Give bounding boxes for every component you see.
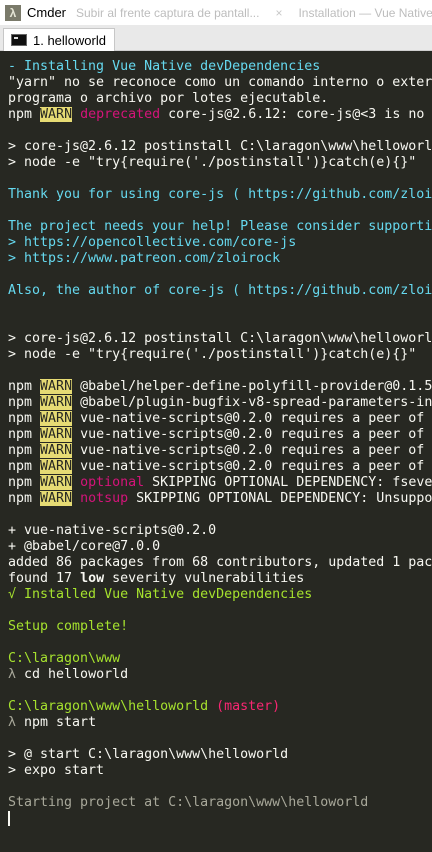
terminal-icon [11,34,27,46]
console-line: Starting project at C:\laragon\www\hello… [8,795,369,810]
console-line: npm WARN optional SKIPPING OPTIONAL DEPE… [8,475,432,490]
console-line: λ npm start [8,715,97,730]
console-line: > https://opencollective.com/core-js [8,235,297,250]
console-line: > core-js@2.6.12 postinstall C:\laragon\… [8,139,432,154]
close-icon: × [275,5,283,20]
console-line: npm WARN vue-native-scripts@0.2.0 requir… [8,427,425,442]
console-line: > @ start C:\laragon\www\helloworld [8,747,289,762]
console-line: found 17 low severity vulnerabilities [8,571,305,586]
console-line: > node -e "try{require('./postinstall')}… [8,155,417,170]
git-branch: (master) [208,699,281,714]
prompt-path: C:\laragon\www [8,651,121,666]
console-line: Setup complete! [8,619,129,634]
console-tab-bar: 1. helloworld [0,25,432,51]
console-line: npm WARN @babel/plugin-bugfix-v8-spread-… [8,395,432,410]
console-line: Also, the author of core-js ( https://gi… [8,283,432,298]
console-line: √ Installed Vue Native devDependencies [8,587,313,602]
window-title: Cmder [27,5,67,20]
console-line: "yarn" no se reconoce como un comando in… [8,75,432,90]
console-line: + vue-native-scripts@0.2.0 [8,523,217,538]
console-line: added 86 packages from 68 contributors, … [8,555,432,570]
prompt-path: C:\laragon\www\helloworld (master) [8,699,281,714]
text-cursor [8,811,10,826]
window-titlebar[interactable]: λ Cmder Subir al frente captura de panta… [0,0,432,25]
tab-helloworld[interactable]: 1. helloworld [3,28,115,51]
console-line: - Installing Vue Native devDependencies [8,59,321,74]
console-output[interactable]: - Installing Vue Native devDependencies … [0,51,432,852]
console-line: > node -e "try{require('./postinstall')}… [8,347,417,362]
console-line: npm WARN @babel/helper-define-polyfill-p… [8,379,432,394]
console-line: > core-js@2.6.12 postinstall C:\laragon\… [8,331,432,346]
console-line: > expo start [8,763,105,778]
console-line: λ cd helloworld [8,667,129,682]
console-line: programa o archivo por lotes ejecutable. [8,91,329,106]
link: https://github.com/zloi [248,187,432,202]
console-line: > https://www.patreon.com/zloirock [8,251,281,266]
cmder-lambda-icon: λ [5,4,21,21]
console-line: Thank you for using core-js ( https://gi… [8,187,432,202]
lambda-icon: λ [8,715,17,730]
console-line: npm WARN vue-native-scripts@0.2.0 requir… [8,411,425,426]
console-line: npm WARN deprecated core-js@2.6.12: core… [8,107,425,122]
background-browser-tabs: Subir al frente captura de pantall... × … [76,0,432,25]
console-line: The project needs your help! Please cons… [8,219,432,234]
console-line: npm WARN vue-native-scripts@0.2.0 requir… [8,443,425,458]
console-line: + @babel/core@7.0.0 [8,539,161,554]
console-line: npm WARN notsup SKIPPING OPTIONAL DEPEND… [8,491,432,506]
tab-label: 1. helloworld [33,32,106,48]
ghost-tab-2: Installation — Vue Native [298,5,432,20]
lambda-icon: λ [8,667,17,682]
console-line: npm WARN vue-native-scripts@0.2.0 requir… [8,459,425,474]
link: https://github.com/zloi [248,283,432,298]
ghost-tab-1: Subir al frente captura de pantall... [76,5,260,20]
